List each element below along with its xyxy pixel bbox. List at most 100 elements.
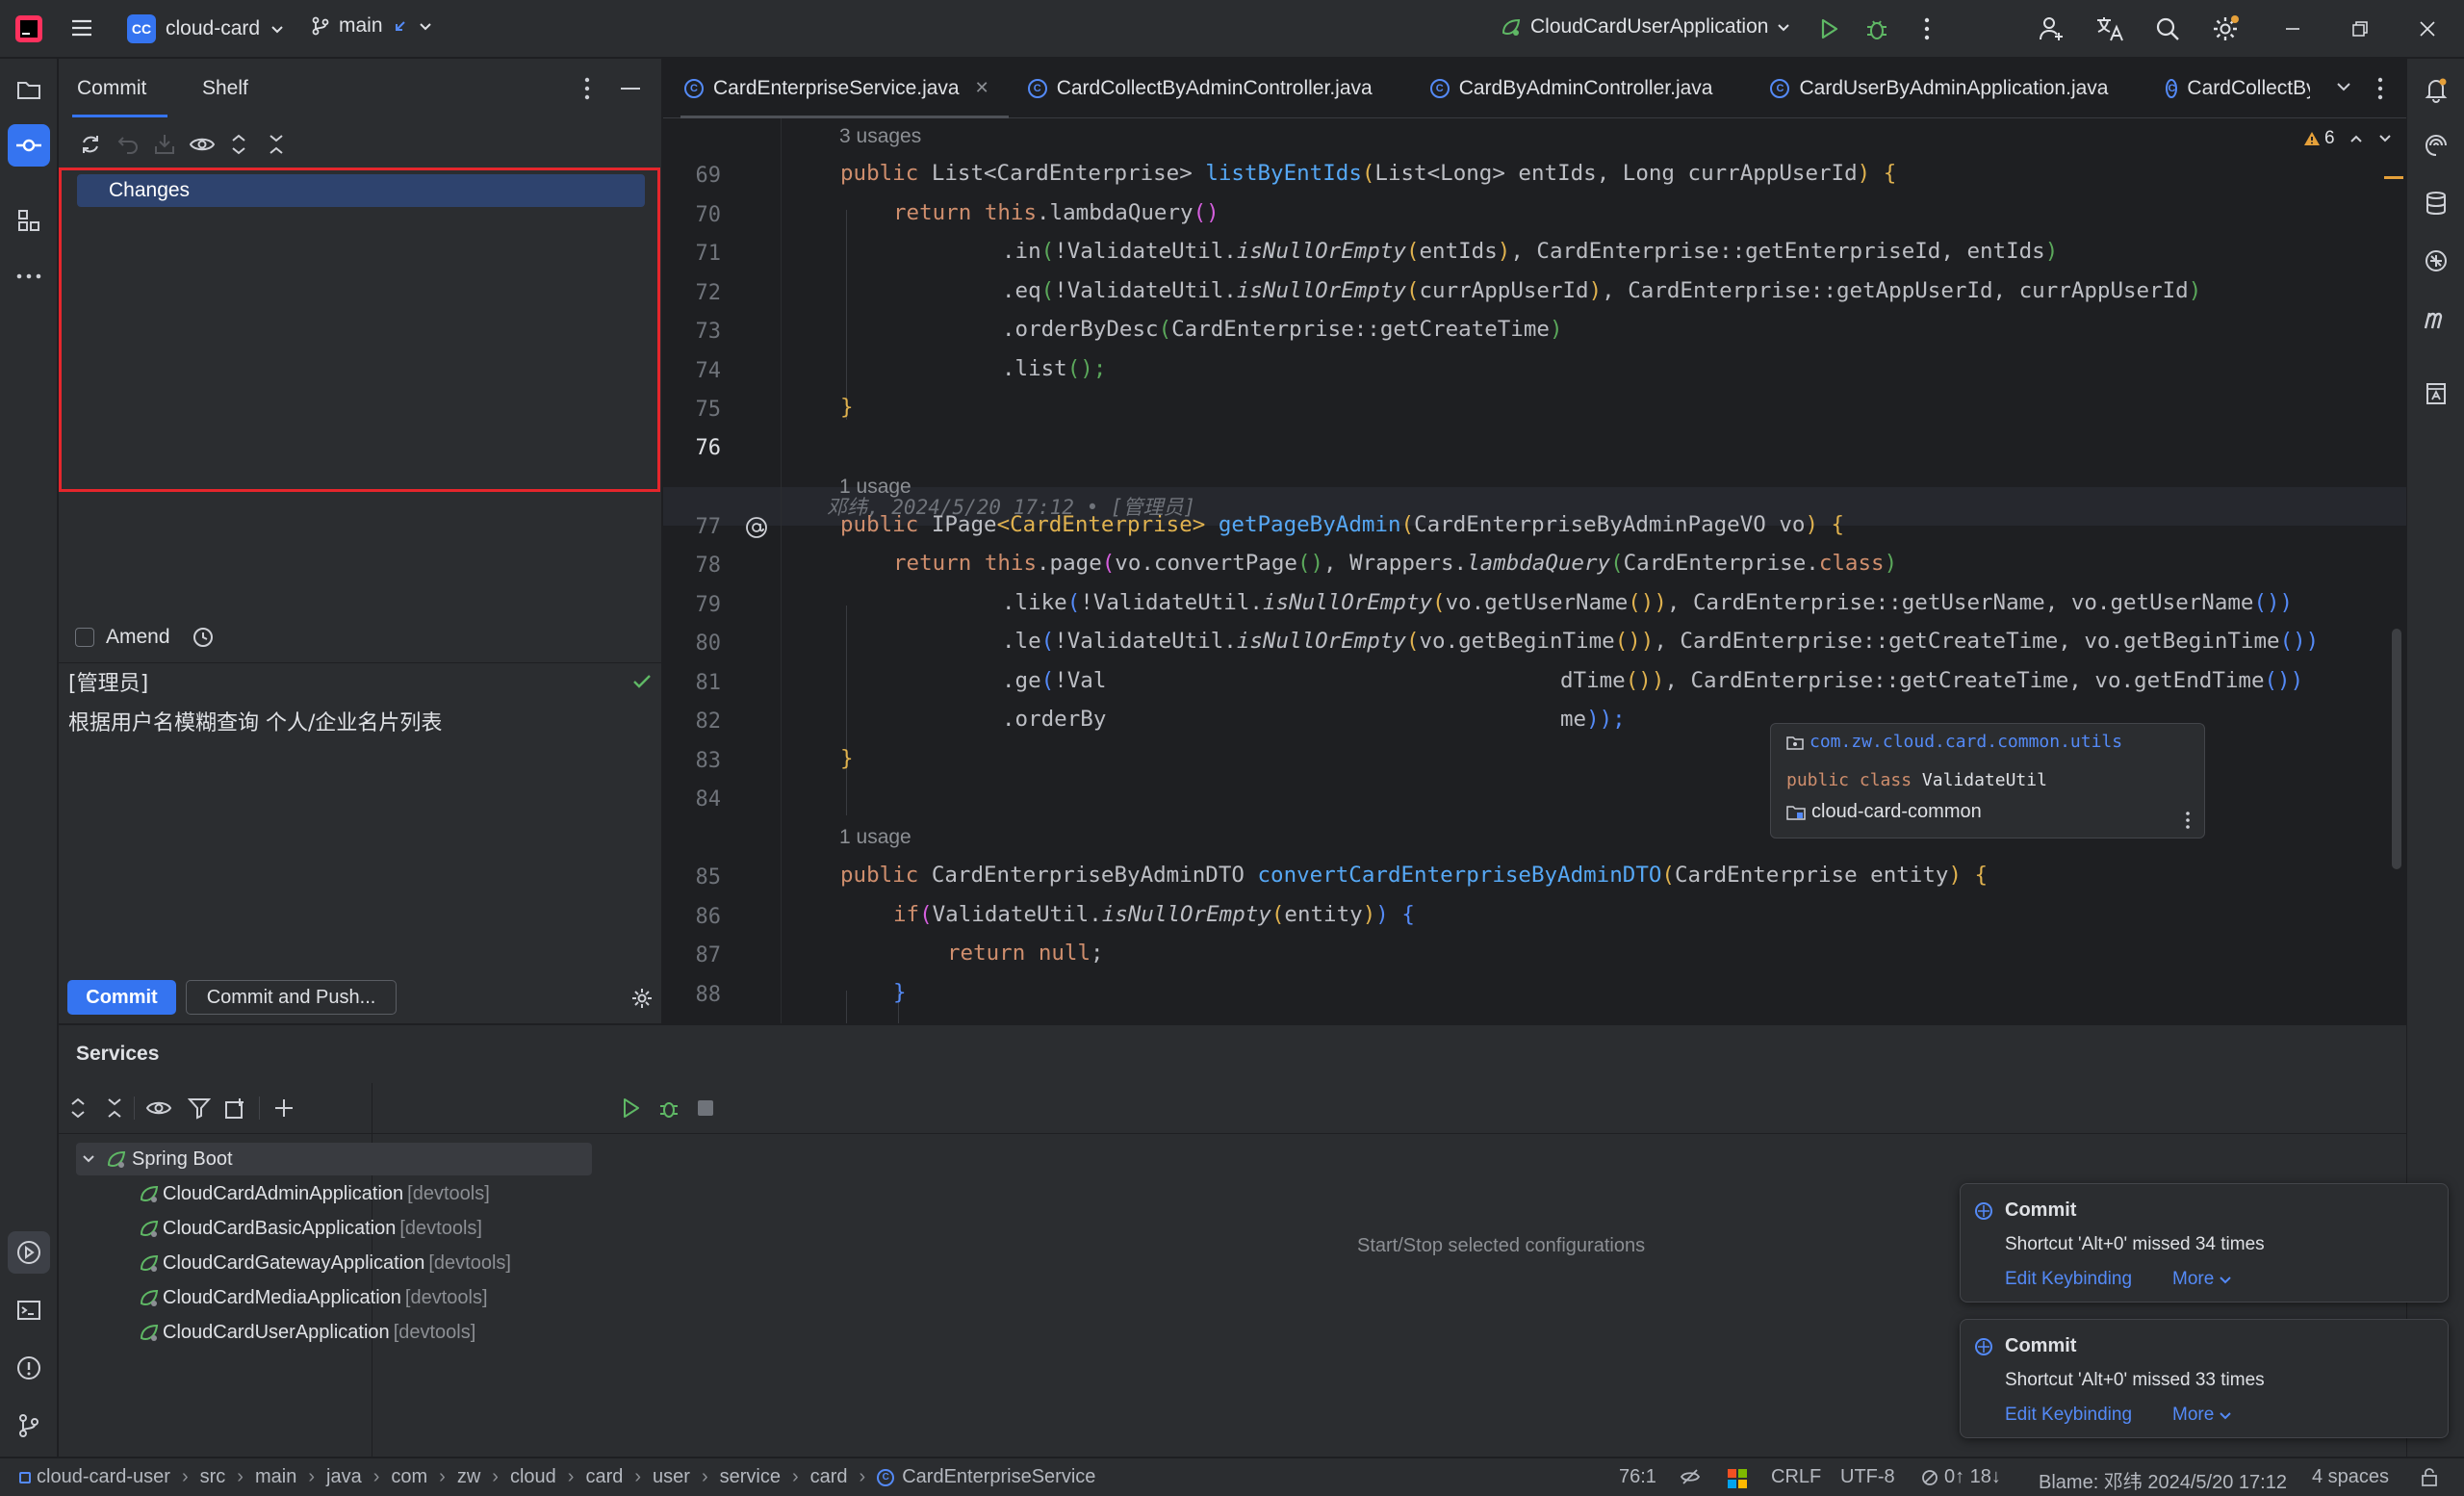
new-tab-icon[interactable]	[224, 1096, 247, 1120]
more-dropdown[interactable]: More	[2172, 1269, 2233, 1290]
breadcrumb-item[interactable]: CardEnterpriseService	[902, 1466, 1095, 1488]
quick-documentation-popup[interactable]: com.zw.cloud.card.common.utils public cl…	[1770, 723, 2205, 838]
services-tool-icon[interactable]	[8, 1231, 50, 1274]
lock-icon[interactable]	[2420, 1467, 2439, 1486]
tree-item-service[interactable]: CloudCardMediaApplication [devtools]	[138, 1286, 488, 1309]
tree-item-service[interactable]: CloudCardBasicApplication [devtools]	[138, 1217, 482, 1240]
editor-tab[interactable]: C CardCollectBy	[2127, 59, 2310, 118]
blame-info[interactable]: Blame: 邓纬 2024/5/20 17:12	[2039, 1466, 2287, 1494]
hide-panel-icon[interactable]	[620, 86, 641, 91]
edit-keybinding-link[interactable]: Edit Keybinding	[2005, 1405, 2132, 1426]
bookmarks-icon[interactable]	[2415, 373, 2457, 415]
editor-tab[interactable]: C CardUserByAdminApplication.java	[1732, 59, 2127, 118]
restore-icon[interactable]	[2339, 8, 2381, 50]
add-service-icon[interactable]	[272, 1096, 295, 1120]
tab-shelf[interactable]: Shelf	[202, 59, 248, 118]
breadcrumb-item[interactable]: main	[255, 1466, 296, 1488]
project-folder-icon[interactable]	[8, 68, 50, 111]
notification-balloon[interactable]: Commit Shortcut 'Alt+0' missed 33 times …	[1960, 1319, 2449, 1438]
expand-all-icon[interactable]	[68, 1096, 88, 1120]
file-encoding[interactable]: UTF-8	[1840, 1466, 1895, 1488]
translate-icon[interactable]	[2089, 8, 2131, 50]
more-dropdown[interactable]: More	[2172, 1405, 2233, 1426]
commit-history-clock-icon[interactable]	[192, 626, 215, 649]
caret-position[interactable]: 76:1	[1619, 1466, 1656, 1488]
commit-tool-icon[interactable]	[8, 124, 50, 167]
amend-checkbox[interactable]	[75, 628, 94, 647]
tab-commit[interactable]: Commit	[77, 59, 146, 118]
editor-tab-active[interactable]: C CardEnterpriseService.java ✕	[663, 59, 1009, 118]
panel-options-icon[interactable]	[583, 76, 591, 101]
minimize-icon[interactable]	[2272, 8, 2314, 50]
breadcrumb-item[interactable]: service	[720, 1466, 781, 1488]
indent-setting[interactable]: 4 spaces	[2312, 1466, 2389, 1488]
debug-button[interactable]	[1856, 8, 1898, 50]
notifications-bell-icon[interactable]	[2415, 68, 2457, 111]
tree-item-service[interactable]: CloudCardGatewayApplication [devtools]	[138, 1251, 511, 1275]
usages-hint[interactable]: 3 usages	[839, 125, 921, 148]
database-icon[interactable]	[2415, 182, 2457, 224]
windows-logo-icon[interactable]	[1727, 1468, 1748, 1489]
edit-keybinding-link[interactable]: Edit Keybinding	[2005, 1269, 2132, 1290]
breadcrumb-item[interactable]: java	[326, 1466, 362, 1488]
editor-tab[interactable]: C CardCollectByAdminController.java	[1009, 59, 1392, 118]
run-button[interactable]	[1808, 8, 1850, 50]
close-tab-icon[interactable]: ✕	[975, 78, 989, 98]
inspection-widget[interactable]: 6	[2303, 128, 2393, 149]
commit-button[interactable]: Commit	[67, 980, 176, 1015]
readonly-toggle-icon[interactable]	[1680, 1466, 1701, 1487]
git-status[interactable]: 0↑ 18↓	[1921, 1466, 2001, 1488]
breadcrumb-item[interactable]: com	[391, 1466, 427, 1488]
settings-gear-icon[interactable]	[2204, 8, 2246, 50]
popup-package-row[interactable]: com.zw.cloud.card.common.utils	[1786, 732, 2122, 752]
main-menu-icon[interactable]	[67, 13, 96, 42]
commit-message-editor[interactable]: [管理员] 根据用户名模糊查询 个人/企业名片列表	[68, 664, 651, 1020]
editor-scrollbar-thumb[interactable]	[2392, 629, 2401, 869]
add-user-icon[interactable]	[2031, 8, 2073, 50]
breadcrumb-item[interactable]: cloud-card-user	[37, 1466, 170, 1488]
editor-tab[interactable]: C CardByAdminController.java	[1392, 59, 1732, 118]
filter-icon[interactable]	[188, 1096, 211, 1120]
refresh-icon[interactable]	[78, 132, 103, 157]
breadcrumb-item[interactable]: card	[810, 1466, 848, 1488]
problems-icon[interactable]	[8, 1347, 50, 1389]
chevron-down-icon[interactable]	[2377, 131, 2393, 146]
show-diff-eye-icon[interactable]	[189, 132, 216, 157]
close-window-icon[interactable]	[2406, 8, 2449, 50]
warning-stripe-marker[interactable]	[2384, 176, 2403, 179]
breadcrumb-item[interactable]: card	[585, 1466, 623, 1488]
run-config-selector[interactable]: CloudCardUserApplication	[1500, 15, 1793, 39]
app-logo-icon[interactable]	[13, 13, 44, 44]
project-selector[interactable]: CC cloud-card	[127, 14, 287, 43]
notification-balloon[interactable]: Commit Shortcut 'Alt+0' missed 34 times …	[1960, 1183, 2449, 1303]
usages-hint[interactable]: 1 usage	[839, 826, 911, 849]
chevron-down-icon[interactable]	[80, 1150, 97, 1168]
chevron-up-icon[interactable]	[2348, 131, 2364, 146]
collapse-all-icon[interactable]	[266, 132, 287, 157]
ai-assistant-icon[interactable]	[2415, 124, 2457, 167]
popup-package-link[interactable]: com.zw.cloud.card.common.utils	[1810, 732, 2122, 752]
editor-options-icon[interactable]	[2376, 76, 2384, 101]
commit-options-gear-icon[interactable]	[630, 987, 654, 1010]
show-eye-icon[interactable]	[145, 1096, 172, 1120]
more-tools-icon[interactable]	[8, 255, 50, 297]
implementation-gutter-icon[interactable]	[744, 515, 769, 540]
more-actions-icon[interactable]	[1906, 8, 1948, 50]
maven-icon[interactable]	[2415, 297, 2457, 340]
commit-and-push-button[interactable]: Commit and Push...	[186, 980, 397, 1015]
branch-selector[interactable]: main	[310, 14, 435, 38]
search-icon[interactable]	[2146, 8, 2189, 50]
collapse-all-icon[interactable]	[105, 1096, 124, 1120]
expand-all-icon[interactable]	[228, 132, 249, 157]
popup-options-icon[interactable]	[2185, 811, 2191, 830]
terminal-icon[interactable]	[8, 1289, 50, 1331]
tree-node-spring-boot[interactable]: Spring Boot	[80, 1148, 233, 1171]
structure-icon[interactable]	[8, 199, 50, 242]
breadcrumb-item[interactable]: zw	[457, 1466, 480, 1488]
plugin-icon[interactable]	[2415, 240, 2457, 282]
tab-list-chevron-icon[interactable]	[2333, 76, 2354, 97]
amend-checkbox-row[interactable]: Amend	[75, 626, 215, 649]
git-icon[interactable]	[8, 1405, 50, 1447]
breadcrumb-item[interactable]: user	[653, 1466, 690, 1488]
breadcrumb-item[interactable]: cloud	[510, 1466, 556, 1488]
